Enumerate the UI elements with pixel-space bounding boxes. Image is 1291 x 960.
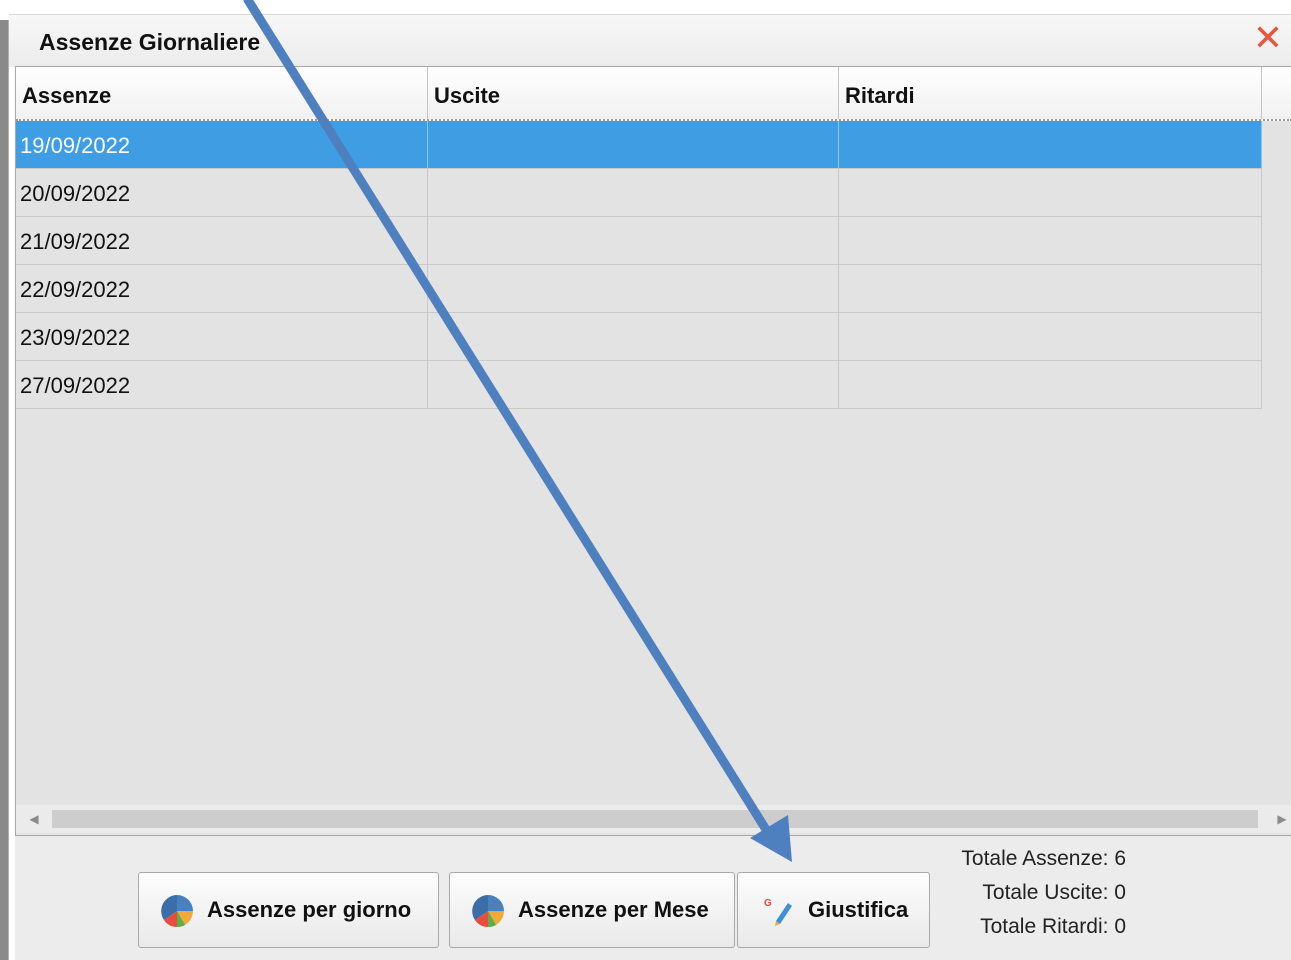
window-title: Assenze Giornaliere — [39, 29, 261, 55]
cell-uscite — [428, 217, 839, 264]
table-row[interactable]: 21/09/2022 — [16, 217, 1262, 265]
column-header-ritardi[interactable]: Ritardi — [839, 67, 1262, 119]
absences-table: Assenze Uscite Ritardi 19/09/2022 20/09/2… — [15, 66, 1291, 836]
assenze-per-giorno-button[interactable]: Assenze per giorno — [138, 872, 439, 948]
svg-text:G: G — [764, 898, 772, 909]
table-row[interactable]: 23/09/2022 — [16, 313, 1262, 361]
column-header-uscite[interactable]: Uscite — [428, 67, 839, 119]
table-row[interactable]: 19/09/2022 — [16, 121, 1262, 169]
totale-ritardi: Totale Ritardi: 0 — [980, 915, 1126, 938]
pie-chart-icon — [472, 895, 504, 927]
cell-ritardi — [839, 121, 1262, 168]
assenze-per-mese-button[interactable]: Assenze per Mese — [449, 872, 735, 948]
pie-chart-icon — [161, 895, 193, 927]
totals-panel: Totale Assenze: 6 Totale Uscite: 0 Total… — [961, 842, 1126, 944]
scrollbar-thumb[interactable] — [52, 810, 1258, 828]
window-left-border — [0, 20, 9, 960]
cell-assenze: 19/09/2022 — [16, 121, 428, 168]
giustifica-label: Giustifica — [808, 897, 909, 922]
scroll-left-icon[interactable]: ◀ — [24, 809, 44, 829]
cell-assenze: 20/09/2022 — [16, 169, 428, 216]
absences-window: Assenze Giornaliere ✕ Assenze Uscite Rit… — [0, 0, 1291, 960]
table-row[interactable]: 20/09/2022 — [16, 169, 1262, 217]
cell-ritardi — [839, 217, 1262, 264]
cell-uscite — [428, 265, 839, 312]
giustifica-button[interactable]: G Giustifica — [737, 872, 930, 948]
cell-uscite — [428, 169, 839, 216]
cell-uscite — [428, 361, 839, 408]
cell-assenze: 27/09/2022 — [16, 361, 428, 408]
cell-uscite — [428, 121, 839, 168]
totale-uscite: Totale Uscite: 0 — [982, 881, 1126, 904]
cell-ritardi — [839, 313, 1262, 360]
column-header-assenze[interactable]: Assenze — [16, 67, 428, 119]
cell-ritardi — [839, 361, 1262, 408]
cell-ritardi — [839, 169, 1262, 216]
totale-assenze: Totale Assenze: 6 — [961, 847, 1126, 870]
close-icon[interactable]: ✕ — [1251, 20, 1285, 56]
footer-bar: Assenze per giorno Assenze per Mese G Gi… — [15, 836, 1291, 960]
pencil-icon: G — [764, 898, 792, 926]
cell-assenze: 23/09/2022 — [16, 313, 428, 360]
cell-ritardi — [839, 265, 1262, 312]
table-row[interactable]: 22/09/2022 — [16, 265, 1262, 313]
cell-uscite — [428, 313, 839, 360]
assenze-per-mese-label: Assenze per Mese — [518, 897, 709, 922]
assenze-per-giorno-label: Assenze per giorno — [207, 897, 412, 922]
title-bar: Assenze Giornaliere ✕ — [9, 14, 1291, 67]
table-header: Assenze Uscite Ritardi — [16, 67, 1291, 121]
cell-assenze: 22/09/2022 — [16, 265, 428, 312]
table-row[interactable]: 27/09/2022 — [16, 361, 1262, 409]
horizontal-scrollbar[interactable]: ◀ ▶ — [16, 805, 1291, 833]
scroll-right-icon[interactable]: ▶ — [1272, 809, 1291, 829]
cell-assenze: 21/09/2022 — [16, 217, 428, 264]
